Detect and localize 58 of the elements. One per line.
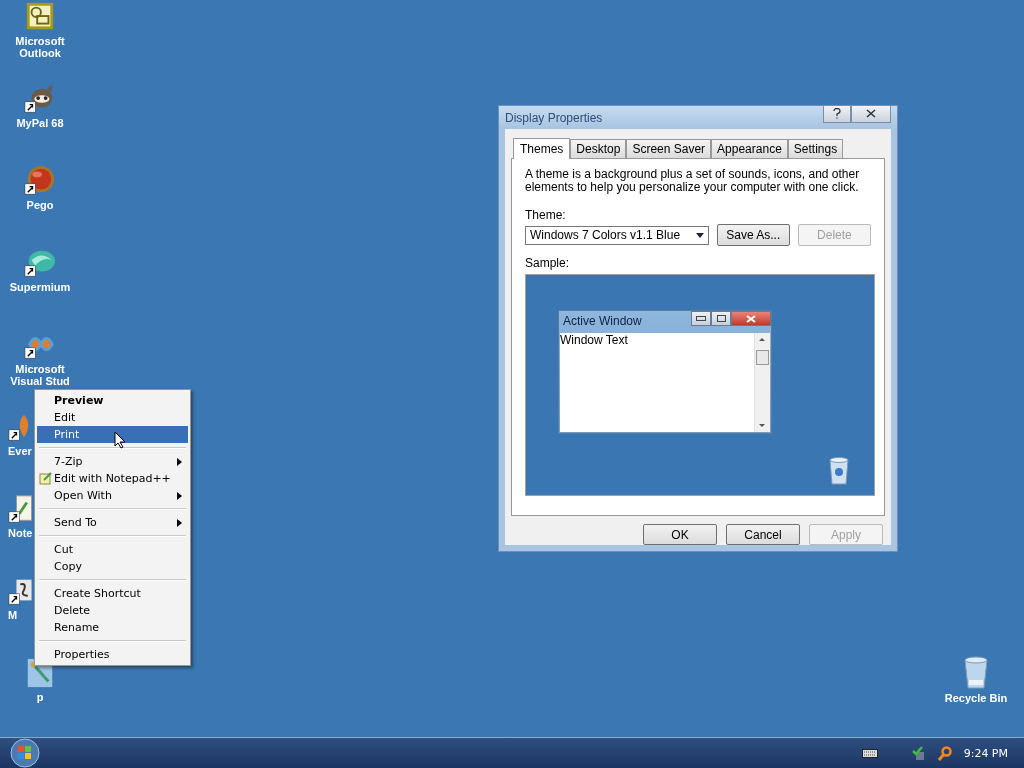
- icon-label: MyPal 68: [16, 117, 64, 129]
- dialog-button[interactable]: Cancel: [726, 524, 800, 545]
- theme-dropdown[interactable]: Windows 7 Colors v1.1 Blue: [525, 225, 709, 245]
- description-text: A theme is a background plus a set of sounds, icons, and other elements to help you personalize your computer with one click.: [525, 168, 861, 194]
- submenu-arrow-icon: [177, 458, 182, 466]
- search-icon[interactable]: [937, 745, 952, 761]
- icon-label: Microsoft Visual Stud: [9, 363, 71, 387]
- ball-icon[interactable]: [24, 165, 56, 197]
- icon-label: M: [8, 609, 18, 621]
- theme-button[interactable]: Save As...: [716, 224, 790, 246]
- menu-item[interactable]: Rename: [37, 619, 188, 636]
- icon-label: p: [36, 691, 44, 703]
- maximize-icon: [711, 311, 731, 326]
- dialog-button[interactable]: OK: [643, 524, 717, 545]
- tab[interactable]: Appearance: [711, 139, 788, 158]
- menu-item[interactable]: Properties: [37, 646, 188, 663]
- icon-label: Recycle Bin: [944, 692, 1008, 704]
- submenu-arrow-icon: [177, 492, 182, 500]
- help-button[interactable]: [823, 104, 851, 123]
- tab[interactable]: Desktop: [570, 139, 627, 158]
- tab[interactable]: Settings: [787, 139, 844, 158]
- submenu-arrow-icon: [177, 519, 182, 527]
- icon-label: Ever: [8, 445, 32, 457]
- sample-label: Sample:: [525, 256, 571, 270]
- start-button[interactable]: [10, 738, 40, 768]
- icon-label: Pego: [26, 199, 54, 211]
- clock: 9:24 PM: [963, 746, 1008, 760]
- minimize-icon: [691, 311, 711, 326]
- notepad-icon: [39, 471, 53, 485]
- menu-item[interactable]: Print: [37, 426, 188, 443]
- menu-item[interactable]: Delete: [37, 602, 188, 619]
- menu-item[interactable]: Copy: [37, 558, 188, 575]
- menu-item[interactable]: Edit: [37, 409, 188, 426]
- close-icon: [731, 311, 771, 326]
- icon-label: Supermium: [9, 281, 71, 293]
- keyboard-icon[interactable]: [861, 748, 878, 758]
- trash-can-icon: [827, 456, 851, 486]
- tab[interactable]: Screen Saver: [626, 139, 712, 158]
- window-title: Display Properties: [505, 110, 603, 125]
- menu-item[interactable]: Cut: [37, 541, 188, 558]
- sample-window-title: Active Window: [563, 313, 642, 330]
- network-icon[interactable]: [911, 745, 926, 761]
- caret-icon: [695, 232, 704, 238]
- tab[interactable]: Themes: [513, 138, 571, 159]
- trash-can-icon[interactable]: [961, 656, 991, 690]
- menu-item[interactable]: 7-Zip: [37, 453, 188, 470]
- menu-item[interactable]: Preview: [37, 392, 188, 409]
- menu-item[interactable]: Create Shortcut: [37, 585, 188, 602]
- close-button[interactable]: [851, 104, 891, 123]
- sample-window-text: Window Text: [560, 333, 628, 347]
- theme-label: Theme:: [525, 208, 567, 222]
- menu-item[interactable]: Send To: [37, 514, 188, 531]
- menu-item[interactable]: Edit with Notepad++: [37, 470, 188, 487]
- icon-label: Note: [8, 527, 33, 539]
- menu-item[interactable]: Open With: [37, 487, 188, 504]
- help-icon: [833, 108, 841, 119]
- close-icon: [866, 109, 876, 118]
- icon-label: Microsoft Outlook: [14, 35, 66, 59]
